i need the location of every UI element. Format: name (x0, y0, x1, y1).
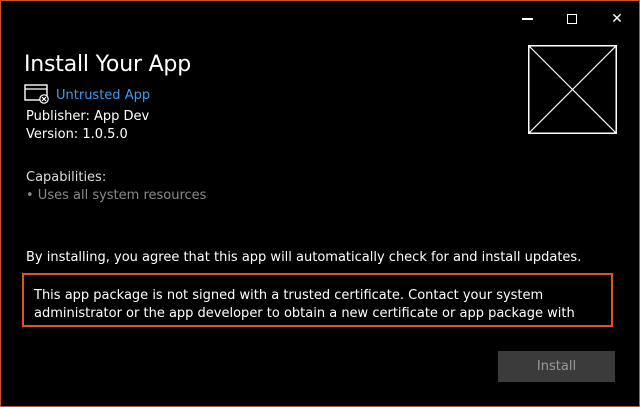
capabilities-title: Capabilities: (26, 170, 107, 185)
install-button[interactable]: Install (498, 351, 615, 382)
minimize-button[interactable] (512, 7, 542, 31)
install-app-window: ✕ Install Your App Untrusted App Publish… (0, 0, 640, 407)
untrusted-app-link[interactable]: Untrusted App (56, 88, 150, 103)
version-label: Version: 1.0.5.0 (26, 127, 128, 142)
minimize-icon (521, 18, 533, 20)
certificate-warning-text: This app package is not signed with a tr… (34, 288, 575, 325)
close-icon: ✕ (611, 11, 623, 27)
certificate-warning-box: This app package is not signed with a tr… (22, 273, 613, 327)
app-window-icon (24, 84, 49, 104)
app-placeholder-icon (528, 45, 617, 134)
capability-item: • Uses all system resources (26, 188, 207, 203)
close-button[interactable]: ✕ (602, 7, 632, 31)
page-title: Install Your App (24, 52, 191, 77)
maximize-icon (567, 14, 577, 24)
publisher-label: Publisher: App Dev (26, 109, 150, 124)
auto-update-notice: By installing, you agree that this app w… (26, 250, 582, 265)
maximize-button[interactable] (557, 7, 587, 31)
